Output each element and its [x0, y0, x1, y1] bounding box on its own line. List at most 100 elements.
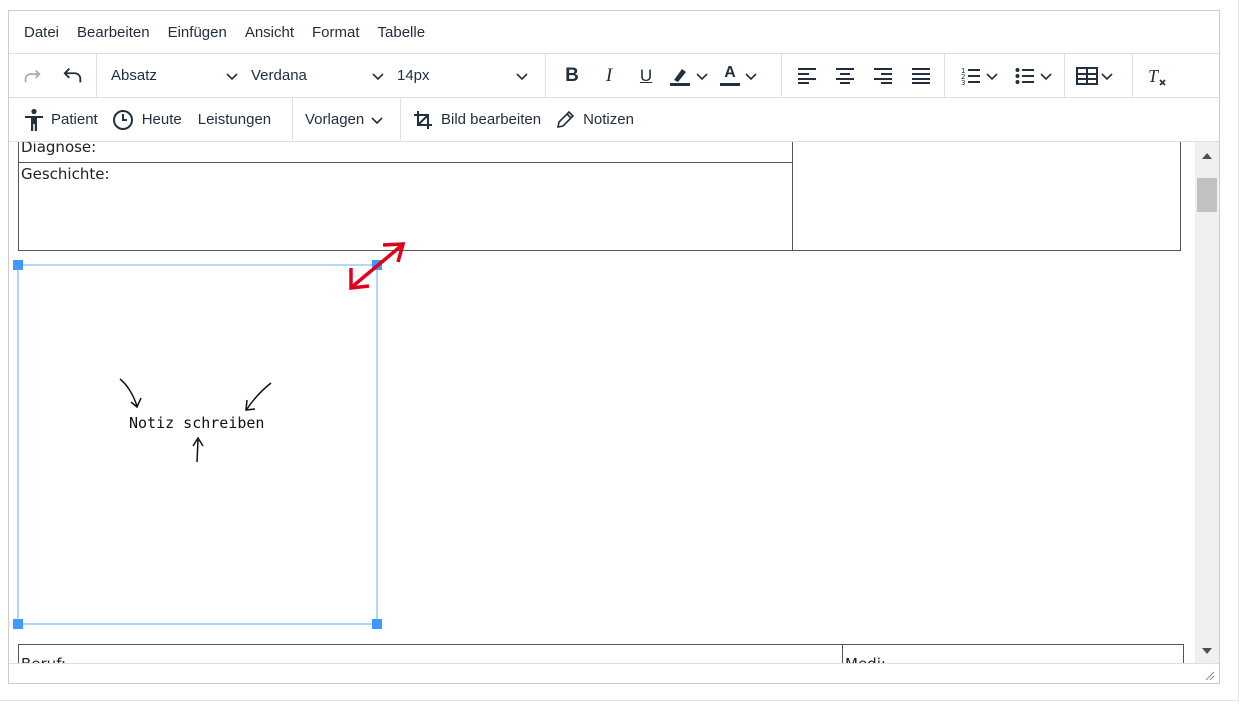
italic-button[interactable]: I: [590, 59, 628, 93]
clear-formatting-button[interactable]: T: [1139, 59, 1175, 93]
align-right-button[interactable]: [864, 59, 902, 93]
menu-tabelle[interactable]: Tabelle: [369, 11, 435, 54]
chevron-down-icon: [226, 72, 238, 80]
highlight-color-button[interactable]: [664, 59, 714, 93]
svg-text:T: T: [1148, 66, 1160, 86]
numbered-list-icon: 123: [961, 67, 980, 86]
justify-button[interactable]: [902, 59, 940, 93]
formatting-toolbar: Absatz Verdana 14px B I U A 1 2 3 T: [9, 54, 1219, 98]
menu-bearbeiten[interactable]: Bearbeiten: [68, 11, 159, 54]
arrow-up-icon: [1202, 153, 1212, 159]
page-border-bottom: [0, 700, 1239, 701]
today-label: Heute: [141, 111, 182, 128]
chevron-down-icon: [1040, 72, 1052, 80]
text-color-glyph: A: [724, 64, 736, 81]
svg-text:3: 3: [961, 79, 965, 86]
menu-einfuegen[interactable]: Einfügen: [159, 11, 236, 54]
image-scribble: [119, 378, 272, 463]
history-cell[interactable]: Geschichte:: [21, 165, 110, 183]
menu-ansicht[interactable]: Ansicht: [236, 11, 303, 54]
text-color-button[interactable]: A: [714, 59, 764, 93]
menu-datei[interactable]: Datei: [15, 11, 68, 54]
templates-dropdown[interactable]: Vorlagen: [305, 103, 384, 137]
align-left-icon: [798, 67, 816, 84]
chevron-down-icon: [696, 72, 708, 80]
font-select-group: Absatz Verdana 14px: [97, 54, 546, 97]
bottom-table: [18, 644, 1184, 663]
editor-resize-handle[interactable]: [1203, 669, 1215, 681]
job-cell[interactable]: Beruf:: [21, 655, 66, 663]
block-format-value: Absatz: [111, 67, 157, 84]
font-family-select[interactable]: Verdana: [245, 59, 391, 93]
history-group: [9, 54, 97, 97]
insert-group: Patient Heute Leistungen: [9, 98, 293, 141]
page-border-right: [1238, 0, 1239, 700]
font-size-select[interactable]: 14px: [391, 59, 535, 93]
highlight-icon: [670, 68, 690, 86]
vertical-scrollbar[interactable]: [1195, 142, 1219, 663]
scroll-up-button[interactable]: [1195, 146, 1219, 166]
scroll-down-button[interactable]: [1195, 641, 1219, 661]
redo-button[interactable]: [15, 59, 49, 93]
services-button[interactable]: Leistungen: [190, 103, 279, 137]
table-icon: [1076, 66, 1098, 85]
table-button[interactable]: [1071, 59, 1119, 93]
patient-button[interactable]: Patient: [17, 103, 104, 137]
table-group: [1065, 54, 1133, 97]
menu-format[interactable]: Format: [303, 11, 369, 54]
alignment-group: [782, 54, 945, 97]
chevron-down-icon: [516, 72, 528, 80]
templates-group: Vorlagen: [293, 98, 401, 141]
top-table-divider: [792, 142, 793, 251]
top-table-row-line: [18, 162, 793, 163]
align-center-icon: [836, 67, 854, 84]
undo-button[interactable]: [56, 59, 90, 93]
chevron-down-icon: [1101, 72, 1113, 80]
align-center-button[interactable]: [826, 59, 864, 93]
clock-icon: [112, 109, 133, 130]
bold-button[interactable]: B: [554, 59, 590, 93]
bullet-list-icon: [1015, 67, 1034, 84]
chevron-down-icon: [372, 72, 384, 80]
pencil-icon: [557, 110, 575, 128]
list-group: 123: [945, 54, 1065, 97]
font-size-value: 14px: [397, 67, 430, 84]
undo-icon: [63, 67, 81, 82]
menubar: Datei Bearbeiten Einfügen Ansicht Format…: [9, 11, 1219, 54]
drawn-image[interactable]: Notiz schreiben: [13, 260, 382, 629]
scroll-thumb[interactable]: [1197, 178, 1217, 212]
resize-handle-bottom-right[interactable]: [372, 619, 382, 629]
resize-handle-top-left[interactable]: [13, 260, 23, 270]
notes-button[interactable]: Notizen: [555, 103, 634, 137]
crop-icon: [414, 110, 432, 129]
meds-cell[interactable]: Medi:: [845, 655, 886, 663]
align-left-button[interactable]: [788, 59, 826, 93]
bottom-table-divider: [842, 644, 843, 663]
bullet-list-button[interactable]: [1007, 59, 1061, 93]
block-format-select[interactable]: Absatz: [105, 59, 245, 93]
chevron-down-icon: [986, 72, 998, 80]
align-right-icon: [874, 67, 892, 84]
edit-image-label: Bild bearbeiten: [441, 111, 542, 128]
templates-label: Vorlagen: [305, 111, 365, 128]
resize-handle-bottom-left[interactable]: [13, 619, 23, 629]
chevron-down-icon: [371, 116, 383, 124]
resize-arrow-icon: [349, 242, 406, 290]
clear-format-icon: T: [1148, 66, 1166, 86]
numbered-list-button[interactable]: 123: [953, 59, 1007, 93]
notes-label: Notizen: [583, 111, 634, 128]
today-button[interactable]: Heute: [104, 103, 190, 137]
image-handwritten-text: Notiz schreiben: [129, 414, 265, 432]
custom-toolbar: Patient Heute Leistungen Vorlagen Bild b…: [9, 98, 1219, 142]
statusbar: [9, 663, 1219, 683]
image-group: Bild bearbeiten Notizen: [401, 98, 671, 141]
patient-icon: [25, 108, 43, 131]
justify-icon: [912, 67, 930, 84]
edit-image-button[interactable]: Bild bearbeiten: [413, 103, 541, 137]
redo-icon: [24, 69, 41, 82]
diagnosis-cell[interactable]: Diagnose:: [21, 142, 96, 156]
services-label: Leistungen: [197, 111, 272, 128]
underline-button[interactable]: U: [628, 59, 664, 93]
document-content[interactable]: Diagnose: Geschichte: Notiz schreiben Be…: [9, 142, 1195, 663]
rich-text-editor: Datei Bearbeiten Einfügen Ansicht Format…: [8, 10, 1220, 684]
